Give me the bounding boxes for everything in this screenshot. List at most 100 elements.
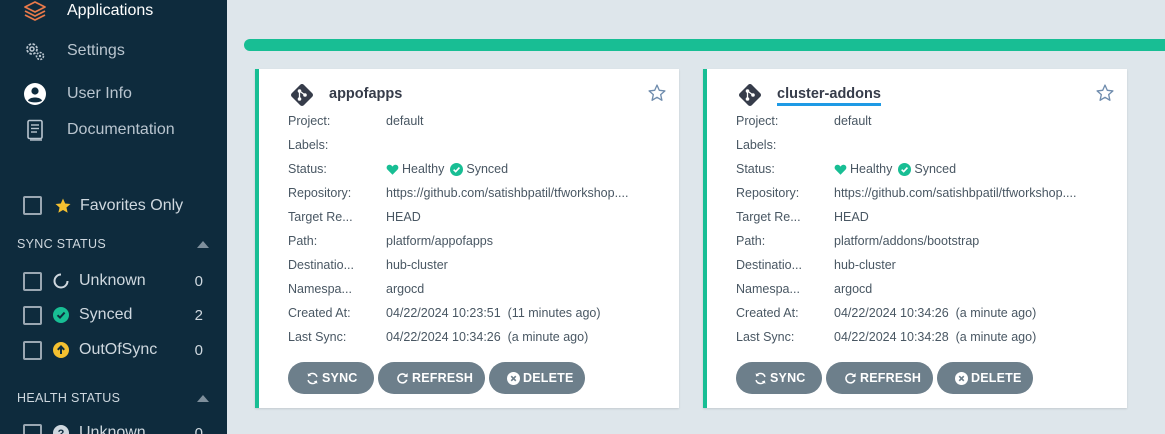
refresh-icon — [844, 372, 857, 385]
field-value: platform/addons/bootstrap — [834, 234, 980, 248]
filter-sync-outofsync[interactable]: OutOfSync 0 — [23, 339, 203, 361]
field-labels: Labels: — [736, 133, 1116, 157]
layers-icon — [22, 0, 48, 24]
git-icon — [289, 82, 315, 108]
nav-item-applications[interactable]: Applications — [0, 0, 227, 26]
svg-text:?: ? — [58, 428, 65, 434]
nav-item-documentation[interactable]: Documentation — [0, 115, 227, 145]
field-key: Project: — [288, 114, 331, 128]
field-created-at: Created At: 04/22/2024 10:34:26 (a minute… — [736, 301, 1116, 325]
filter-label: OutOfSync — [79, 341, 158, 358]
filter-count: 0 — [194, 341, 203, 359]
field-key: Labels: — [288, 138, 329, 152]
filter-checkbox[interactable] — [23, 305, 42, 325]
card-actions: SYNC REFRESH DELETE — [288, 362, 585, 394]
field-value: default — [386, 114, 424, 128]
sync-button[interactable]: SYNC — [288, 362, 374, 394]
app-name[interactable]: appofapps — [329, 86, 402, 102]
refresh-button[interactable]: REFRESH — [826, 362, 933, 394]
sync-status: Synced — [914, 162, 957, 176]
nav-label: Applications — [67, 2, 154, 19]
refresh-label: REFRESH — [412, 371, 474, 385]
check-circle-icon — [53, 307, 69, 323]
field-key: Status: — [288, 162, 327, 176]
field-key: Project: — [736, 114, 779, 128]
field-key: Path: — [736, 234, 766, 248]
field-labels: Labels: — [288, 133, 668, 157]
health-status-title: HEALTH STATUS — [17, 391, 121, 405]
health-status: Healthy — [402, 162, 445, 176]
filter-label: Unknown — [79, 424, 146, 434]
sync-label: SYNC — [770, 371, 806, 385]
heart-icon — [834, 163, 847, 176]
filter-checkbox[interactable] — [23, 423, 42, 434]
filter-count: 0 — [194, 272, 203, 290]
sidebar: Applications Settings User Info Document… — [0, 0, 227, 434]
collapse-caret-icon[interactable] — [197, 394, 209, 402]
status-value: Healthy Synced — [386, 162, 668, 176]
field-value[interactable]: https://github.com/satishbpatil/tfworksh… — [386, 186, 668, 200]
sync-status-header[interactable]: SYNC STATUS — [17, 237, 209, 251]
field-key: Destinatio... — [736, 258, 803, 272]
field-destination: Destinatio... hub-cluster — [288, 253, 668, 277]
field-key: Target Re... — [736, 210, 801, 224]
delete-button[interactable]: DELETE — [937, 362, 1033, 394]
app-details: Project: default Labels: Status: Healthy … — [288, 109, 668, 349]
filter-checkbox[interactable] — [23, 271, 42, 291]
times-circle-icon — [955, 371, 968, 385]
filter-health-unknown[interactable]: ? Unknown 0 — [23, 422, 203, 434]
favorites-checkbox[interactable] — [23, 196, 42, 215]
favorite-star-icon[interactable] — [1095, 83, 1115, 103]
card-actions: SYNC REFRESH DELETE — [736, 362, 1033, 394]
delete-label: DELETE — [523, 371, 574, 385]
refresh-button[interactable]: REFRESH — [378, 362, 485, 394]
field-created-at: Created At: 04/22/2024 10:23:51 (11 minut… — [288, 301, 668, 325]
application-card[interactable]: cluster-addons Project: default Labels: S… — [703, 69, 1127, 408]
field-key: Created At: — [288, 306, 351, 320]
field-key: Repository: — [736, 186, 800, 200]
field-value[interactable]: https://github.com/satishbpatil/tfworksh… — [834, 186, 1116, 200]
favorites-label: Favorites Only — [80, 196, 184, 214]
nav-label: User Info — [67, 85, 132, 102]
health-status-header[interactable]: HEALTH STATUS — [17, 391, 209, 405]
field-namespace: Namespa... argocd — [736, 277, 1116, 301]
nav-item-user-info[interactable]: User Info — [0, 79, 227, 109]
status-value: Healthy Synced — [834, 162, 1116, 176]
filter-count: 2 — [194, 306, 203, 324]
filter-sync-unknown[interactable]: Unknown 0 — [23, 270, 203, 292]
field-value: 04/22/2024 10:34:26 (a minute ago) — [386, 330, 589, 344]
field-value: default — [834, 114, 872, 128]
app-details: Project: default Labels: Status: Healthy … — [736, 109, 1116, 349]
user-circle-icon — [22, 81, 48, 107]
book-icon — [22, 117, 48, 143]
field-value: 04/22/2024 10:23:51 (11 minutes ago) — [386, 306, 601, 320]
sync-icon — [754, 372, 767, 385]
app-name[interactable]: cluster-addons — [777, 86, 881, 106]
field-destination: Destinatio... hub-cluster — [736, 253, 1116, 277]
field-project: Project: default — [736, 109, 1116, 133]
collapse-caret-icon[interactable] — [197, 240, 209, 248]
filter-sync-synced[interactable]: Synced 2 — [23, 304, 203, 326]
application-card[interactable]: appofapps Project: default Labels: Status… — [255, 69, 679, 408]
field-project: Project: default — [288, 109, 668, 133]
question-circle-icon: ? — [53, 425, 69, 434]
check-circle-icon — [450, 162, 464, 176]
star-icon — [54, 197, 72, 215]
field-last-sync: Last Sync: 04/22/2024 10:34:28 (a minute … — [736, 325, 1116, 349]
arrow-up-circle-icon — [53, 342, 69, 358]
favorites-only-filter[interactable]: Favorites Only — [23, 196, 183, 215]
field-value: 04/22/2024 10:34:28 (a minute ago) — [834, 330, 1037, 344]
filter-checkbox[interactable] — [23, 340, 42, 360]
field-path: Path: platform/addons/bootstrap — [736, 229, 1116, 253]
field-status: Status: Healthy Synced — [736, 157, 1116, 181]
field-value: 04/22/2024 10:34:26 (a minute ago) — [834, 306, 1037, 320]
favorite-star-icon[interactable] — [647, 83, 667, 103]
loading-progress-bar — [244, 39, 1165, 51]
delete-button[interactable]: DELETE — [489, 362, 585, 394]
nav-item-settings[interactable]: Settings — [0, 36, 227, 66]
sync-button[interactable]: SYNC — [736, 362, 822, 394]
field-key: Repository: — [288, 186, 352, 200]
filter-label: Synced — [79, 306, 133, 323]
field-value: HEAD — [834, 210, 869, 224]
field-repository: Repository: https://github.com/satishbpat… — [288, 181, 668, 205]
